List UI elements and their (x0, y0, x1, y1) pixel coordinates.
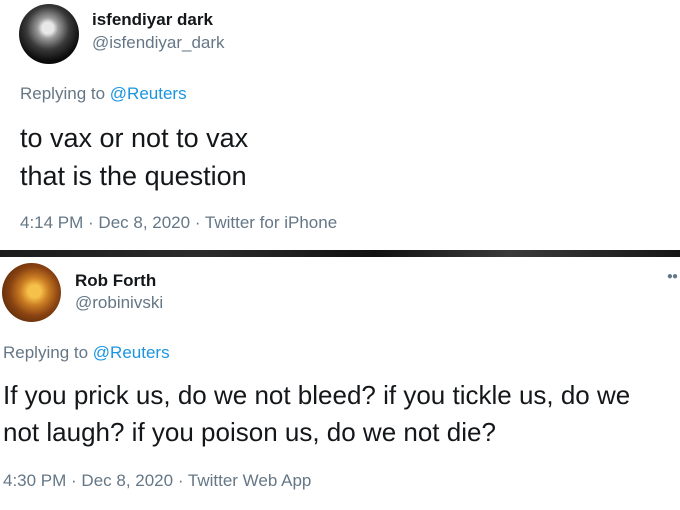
avatar[interactable] (2, 263, 61, 322)
more-dots-icon[interactable]: ●● (667, 271, 678, 282)
display-name[interactable]: isfendiyar dark (92, 10, 213, 30)
mention-link[interactable]: @Reuters (110, 84, 187, 103)
avatar[interactable] (19, 4, 79, 64)
display-name[interactable]: Rob Forth (75, 271, 156, 291)
tweet-timestamp[interactable]: 4:30 PM · Dec 8, 2020 · Twitter Web App (3, 471, 311, 491)
user-handle[interactable]: @robinivski (75, 293, 163, 313)
replying-prefix: Replying to (20, 84, 110, 103)
tweet-text-line: not laugh? if you poison us, do we not d… (3, 416, 496, 447)
tweet-text: to vax or not to vax that is the questio… (20, 120, 660, 196)
mention-link[interactable]: @Reuters (93, 343, 170, 362)
tweet-card[interactable]: isfendiyar dark @isfendiyar_dark Replyin… (0, 0, 680, 250)
replying-to: Replying to @Reuters (20, 84, 187, 104)
tweet-text-line: If you prick us, do we not bleed? if you… (3, 380, 631, 410)
tweet-card[interactable]: Rob Forth @robinivski ●● Replying to @Re… (0, 257, 680, 510)
user-handle[interactable]: @isfendiyar_dark (92, 33, 225, 53)
image-divider (0, 250, 680, 257)
tweet-text-line: that is the question (20, 160, 247, 191)
replying-prefix: Replying to (3, 343, 93, 362)
tweet-timestamp[interactable]: 4:14 PM · Dec 8, 2020 · Twitter for iPho… (20, 213, 337, 233)
replying-to: Replying to @Reuters (3, 343, 170, 363)
tweet-text-line: to vax or not to vax (20, 123, 249, 153)
tweet-text: If you prick us, do we not bleed? if you… (3, 377, 679, 451)
